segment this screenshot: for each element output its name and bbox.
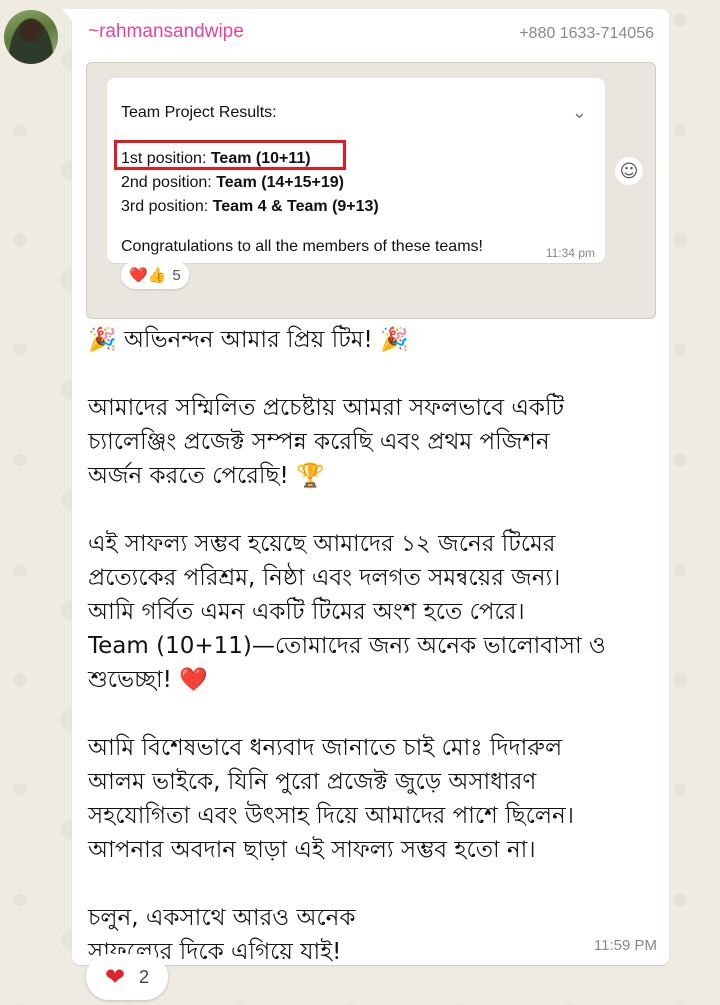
result-second-team: Team (14+15+19)	[216, 174, 344, 191]
emoji-reaction-icon: ☺	[615, 157, 643, 185]
sender-avatar[interactable]	[4, 10, 58, 64]
reaction-count: 2	[139, 966, 150, 987]
result-third-team: Team 4 & Team (9+13)	[212, 198, 379, 215]
attached-screenshot[interactable]: Team Project Results: ⌄ 1st position: Te…	[86, 62, 656, 319]
inner-congrats: Congratulations to all the members of th…	[121, 238, 483, 255]
message-paragraph-1: 🎉 অভিনন্দন আমার প্রিয় টিম! 🎉	[88, 327, 409, 353]
chevron-down-icon: ⌄	[571, 102, 587, 123]
inner-reaction-count: 5	[172, 266, 181, 284]
message-timestamp: 11:59 PM	[593, 937, 657, 954]
bubble-tail	[62, 9, 72, 21]
message-paragraph-3: এই সাফল্য সম্ভব হয়েছে আমাদের ১২ জনের টি…	[88, 531, 606, 693]
reaction-pill[interactable]: ❤ 2	[86, 954, 168, 1000]
message-bubble[interactable]: ~rahmansandwipe +880 1633-714056 Team Pr…	[72, 9, 669, 965]
inner-message-card: Team Project Results: ⌄ 1st position: Te…	[107, 78, 605, 263]
inner-reactions: ❤️👍 5	[121, 261, 189, 289]
result-second: 2nd position: Team (14+15+19)	[121, 174, 344, 192]
sender-phone: +880 1633-714056	[519, 25, 654, 42]
message-paragraph-2: আমাদের সম্মিলিত প্রচেষ্টায় আমরা সফলভাবে…	[88, 395, 565, 489]
heart-icon: ❤	[104, 963, 126, 991]
result-third: 3rd position: Team 4 & Team (9+13)	[121, 198, 379, 216]
result-second-prefix: 2nd position:	[121, 174, 217, 191]
result-third-prefix: 3rd position:	[121, 198, 213, 215]
highlight-box	[114, 140, 346, 170]
inner-reaction-emojis: ❤️👍	[129, 267, 167, 284]
message-paragraph-4: আমি বিশেষভাবে ধন্যবাদ জানাতে চাই মোঃ দিদ…	[88, 735, 574, 863]
inner-title: Team Project Results:	[121, 104, 277, 121]
message-text: 🎉 অভিনন্দন আমার প্রিয় টিম! 🎉 আমাদের সম্…	[88, 323, 658, 969]
sender-name[interactable]: ~rahmansandwipe	[88, 21, 244, 43]
message-paragraph-5: চলুন, একসাথে আরও অনেক সাফল্যের দিকে এগিয…	[88, 905, 356, 965]
inner-timestamp: 11:34 pm	[545, 246, 595, 260]
